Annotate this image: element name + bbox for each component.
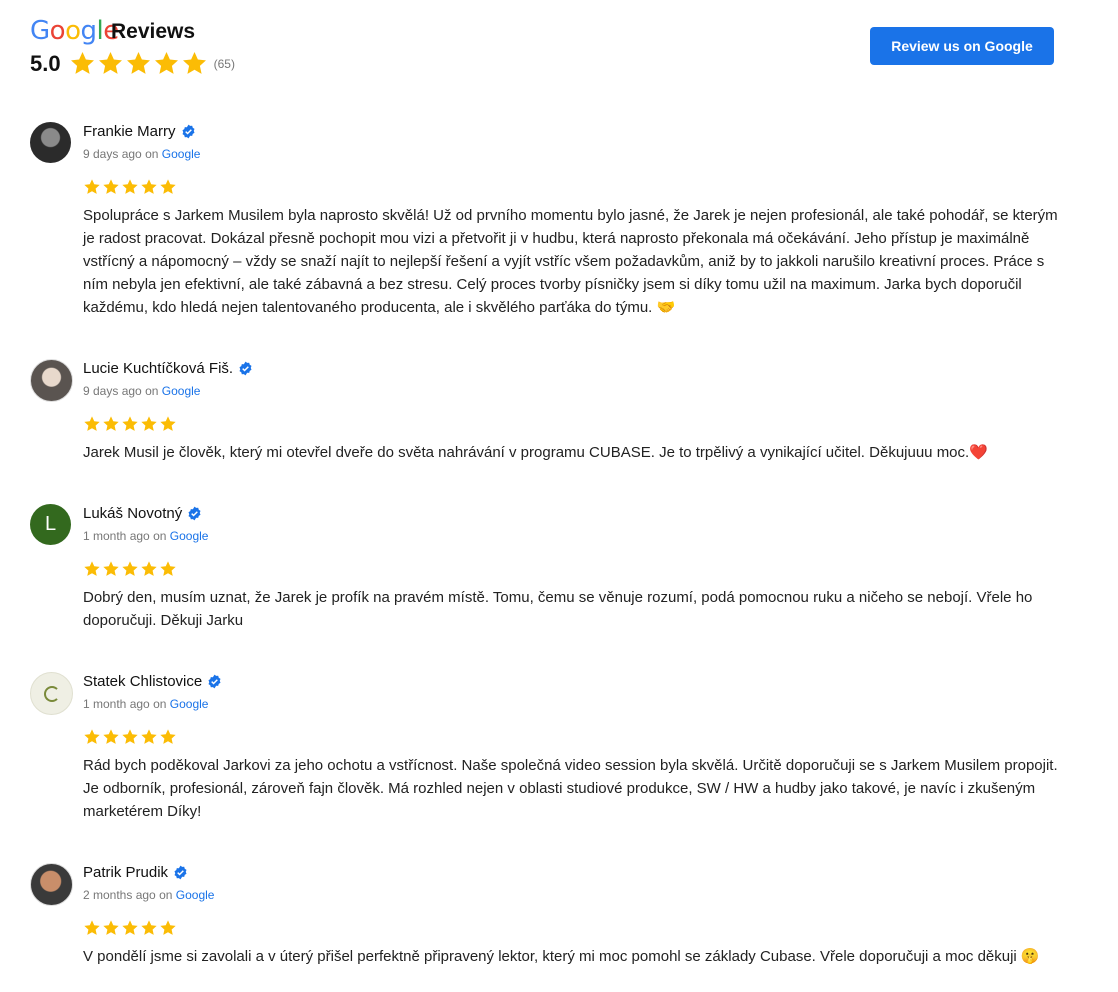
avatar[interactable] (30, 863, 73, 906)
reviews-title: Reviews (111, 20, 196, 43)
star-icon (84, 179, 100, 194)
review-text: Dobrý den, musím uznat, že Jarek je prof… (83, 589, 1033, 629)
google-link[interactable]: Google (162, 147, 201, 161)
google-link[interactable]: Google (176, 888, 215, 902)
overall-stars (69, 50, 208, 77)
google-link[interactable]: Google (170, 529, 209, 543)
star-icon (103, 561, 119, 576)
review-meta: 1 month ago on Google (83, 697, 209, 711)
google-link[interactable]: Google (162, 384, 201, 398)
google-logo: Google (30, 16, 119, 46)
reviewer-name[interactable]: Lukáš Novotný (83, 505, 182, 522)
verified-icon (174, 865, 187, 880)
star-icon (122, 179, 138, 194)
review-meta: 9 days ago on Google (83, 384, 201, 398)
star-icon (122, 729, 138, 744)
rating-value: 5.0 (30, 50, 61, 76)
review-meta: 2 months ago on Google (83, 888, 215, 902)
avatar[interactable] (30, 672, 73, 715)
reviewer-name[interactable]: Statek Chlistovice (83, 673, 202, 690)
star-icon (70, 52, 94, 74)
review-meta: 9 days ago on Google (83, 147, 201, 161)
star-icon (160, 416, 176, 431)
star-icon (160, 920, 176, 935)
star-icon (141, 179, 157, 194)
star-icon (103, 179, 119, 194)
star-icon (84, 920, 100, 935)
reviewer-name[interactable]: Frankie Marry (83, 123, 176, 140)
star-icon (84, 416, 100, 431)
star-icon (122, 561, 138, 576)
reviews-header: Google Reviews 5.0 (65) Review us on Goo… (0, 0, 1118, 100)
star-icon (182, 52, 206, 74)
verified-icon (188, 506, 201, 521)
verified-icon (182, 124, 195, 139)
star-icon (141, 561, 157, 576)
verified-icon (239, 361, 252, 376)
review-stars (83, 178, 177, 196)
avatar[interactable]: L (30, 504, 71, 545)
star-icon (141, 416, 157, 431)
star-icon (160, 561, 176, 576)
overall-rating: 5.0 (65) (30, 50, 235, 77)
star-icon (103, 729, 119, 744)
google-link[interactable]: Google (170, 697, 209, 711)
star-icon (160, 179, 176, 194)
review-meta: 1 month ago on Google (83, 529, 209, 543)
star-icon (84, 561, 100, 576)
verified-icon (208, 674, 221, 689)
avatar[interactable] (30, 122, 71, 163)
review-text: Rád bych poděkoval Jarkovi za jeho ochot… (83, 757, 1058, 820)
reviewer-name[interactable]: Lucie Kuchtíčková Fiš. (83, 360, 233, 377)
star-icon (141, 920, 157, 935)
star-icon (160, 729, 176, 744)
review-us-on-google-button[interactable]: Review us on Google (870, 27, 1054, 65)
review-stars (83, 728, 177, 746)
avatar[interactable] (30, 359, 73, 402)
review-text: Jarek Musil je člověk, který mi otevřel … (83, 444, 988, 461)
star-icon (98, 52, 122, 74)
star-icon (84, 729, 100, 744)
star-icon (122, 416, 138, 431)
star-icon (122, 920, 138, 935)
star-icon (103, 416, 119, 431)
review-text: Spolupráce s Jarkem Musilem byla naprost… (83, 207, 1058, 316)
star-icon (141, 729, 157, 744)
review-count: (65) (213, 56, 235, 71)
review-text: V pondělí jsme si zavolali a v úterý při… (83, 948, 1040, 965)
review-stars (83, 919, 177, 937)
review-stars (83, 560, 177, 578)
star-icon (126, 52, 150, 74)
reviewer-name[interactable]: Patrik Prudik (83, 864, 168, 881)
review-stars (83, 415, 177, 433)
logo-swirl-icon (43, 685, 60, 702)
star-icon (103, 920, 119, 935)
star-icon (154, 52, 178, 74)
